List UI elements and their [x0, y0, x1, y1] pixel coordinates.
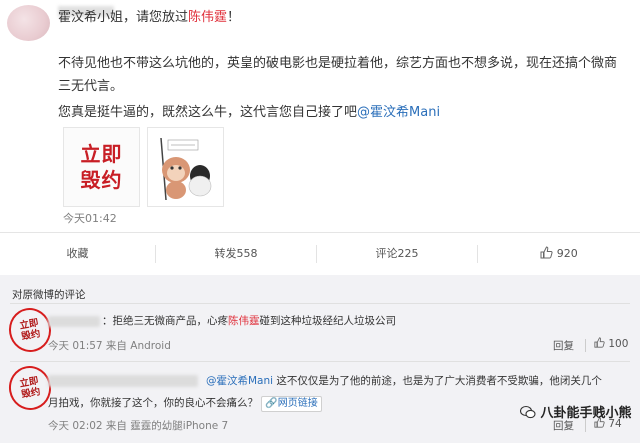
post-line-2: 不待见他也不带这么坑他的，英皇的破电影也是硬拉着他，综艺方面也不想多说，现在还搞…	[58, 56, 618, 71]
link-icon: 🔗	[265, 398, 278, 409]
post-time: 今天01:42	[63, 212, 117, 225]
wechat-icon	[519, 405, 536, 419]
post-text: 您真是挺牛逼的，既然这么牛，这代言您自己接了吧	[58, 105, 358, 120]
reply-button[interactable]: 回复	[553, 338, 574, 353]
sticker-text: 毁约	[80, 168, 123, 192]
web-link-button[interactable]: 🔗网页链接	[261, 396, 322, 412]
highlight-name[interactable]: 陈伟霆	[228, 315, 260, 327]
comment-button[interactable]: 评论225	[317, 233, 477, 275]
commenter-name-blurred[interactable]	[48, 316, 100, 327]
avatar[interactable]	[7, 5, 50, 41]
cartoon-image[interactable]	[147, 127, 224, 207]
post-text: ！	[227, 10, 241, 25]
monkey-icon	[160, 137, 212, 201]
mention-link[interactable]: @霍汶希Mani	[206, 375, 273, 387]
sticker-text: 立即	[80, 142, 123, 166]
highlight-name[interactable]: 陈伟霆	[188, 10, 227, 25]
post-line-4: 您真是挺牛逼的，既然这么牛，这代言您自己接了吧@霍汶希Mani	[58, 104, 440, 122]
post-text: 霍汶希小姐，请您放过	[58, 10, 189, 25]
thumbs-up-icon	[540, 246, 553, 259]
comment-text-cont: 月拍戏，你就接了这个，你的良心不会痛么？ 🔗网页链接	[48, 395, 322, 412]
like-button[interactable]: 920	[478, 233, 640, 275]
post-line-3: 三无代言。	[58, 79, 124, 94]
comment-text: ：拒绝三无微商产品，心疼陈伟霆碰到这种垃圾经纪人垃圾公司	[102, 315, 396, 327]
favorite-button[interactable]: 收藏	[0, 233, 155, 275]
commenter-name-blurred[interactable]	[48, 375, 198, 387]
divider	[10, 303, 630, 304]
sticker-image[interactable]: 立即 毁约	[63, 127, 140, 207]
divider	[585, 339, 586, 352]
comments-header: 对原微博的评论	[12, 289, 86, 301]
mention-link[interactable]: @霍汶希Mani	[357, 105, 440, 120]
divider	[10, 361, 630, 362]
repost-button[interactable]: 转发558	[156, 233, 316, 275]
comment-like-button[interactable]: 100	[594, 337, 628, 350]
post-line-1: 霍汶希小姐，请您放过陈伟霆！	[58, 9, 240, 27]
thumbs-up-icon	[594, 337, 605, 348]
comment-meta: 今天 02:02 来自 霆霆的幼腿iPhone 7	[48, 420, 229, 432]
action-bar: 收藏 转发558 评论225 920	[0, 232, 640, 276]
comment-text: @霍汶希Mani 这不仅仅是为了他的前途，也是为了广大消费者不受欺骗，他闭关几个	[206, 375, 602, 387]
watermark: 八卦能手贱小熊	[519, 402, 632, 421]
comment-meta: 今天 01:57 来自 Android	[48, 340, 171, 352]
